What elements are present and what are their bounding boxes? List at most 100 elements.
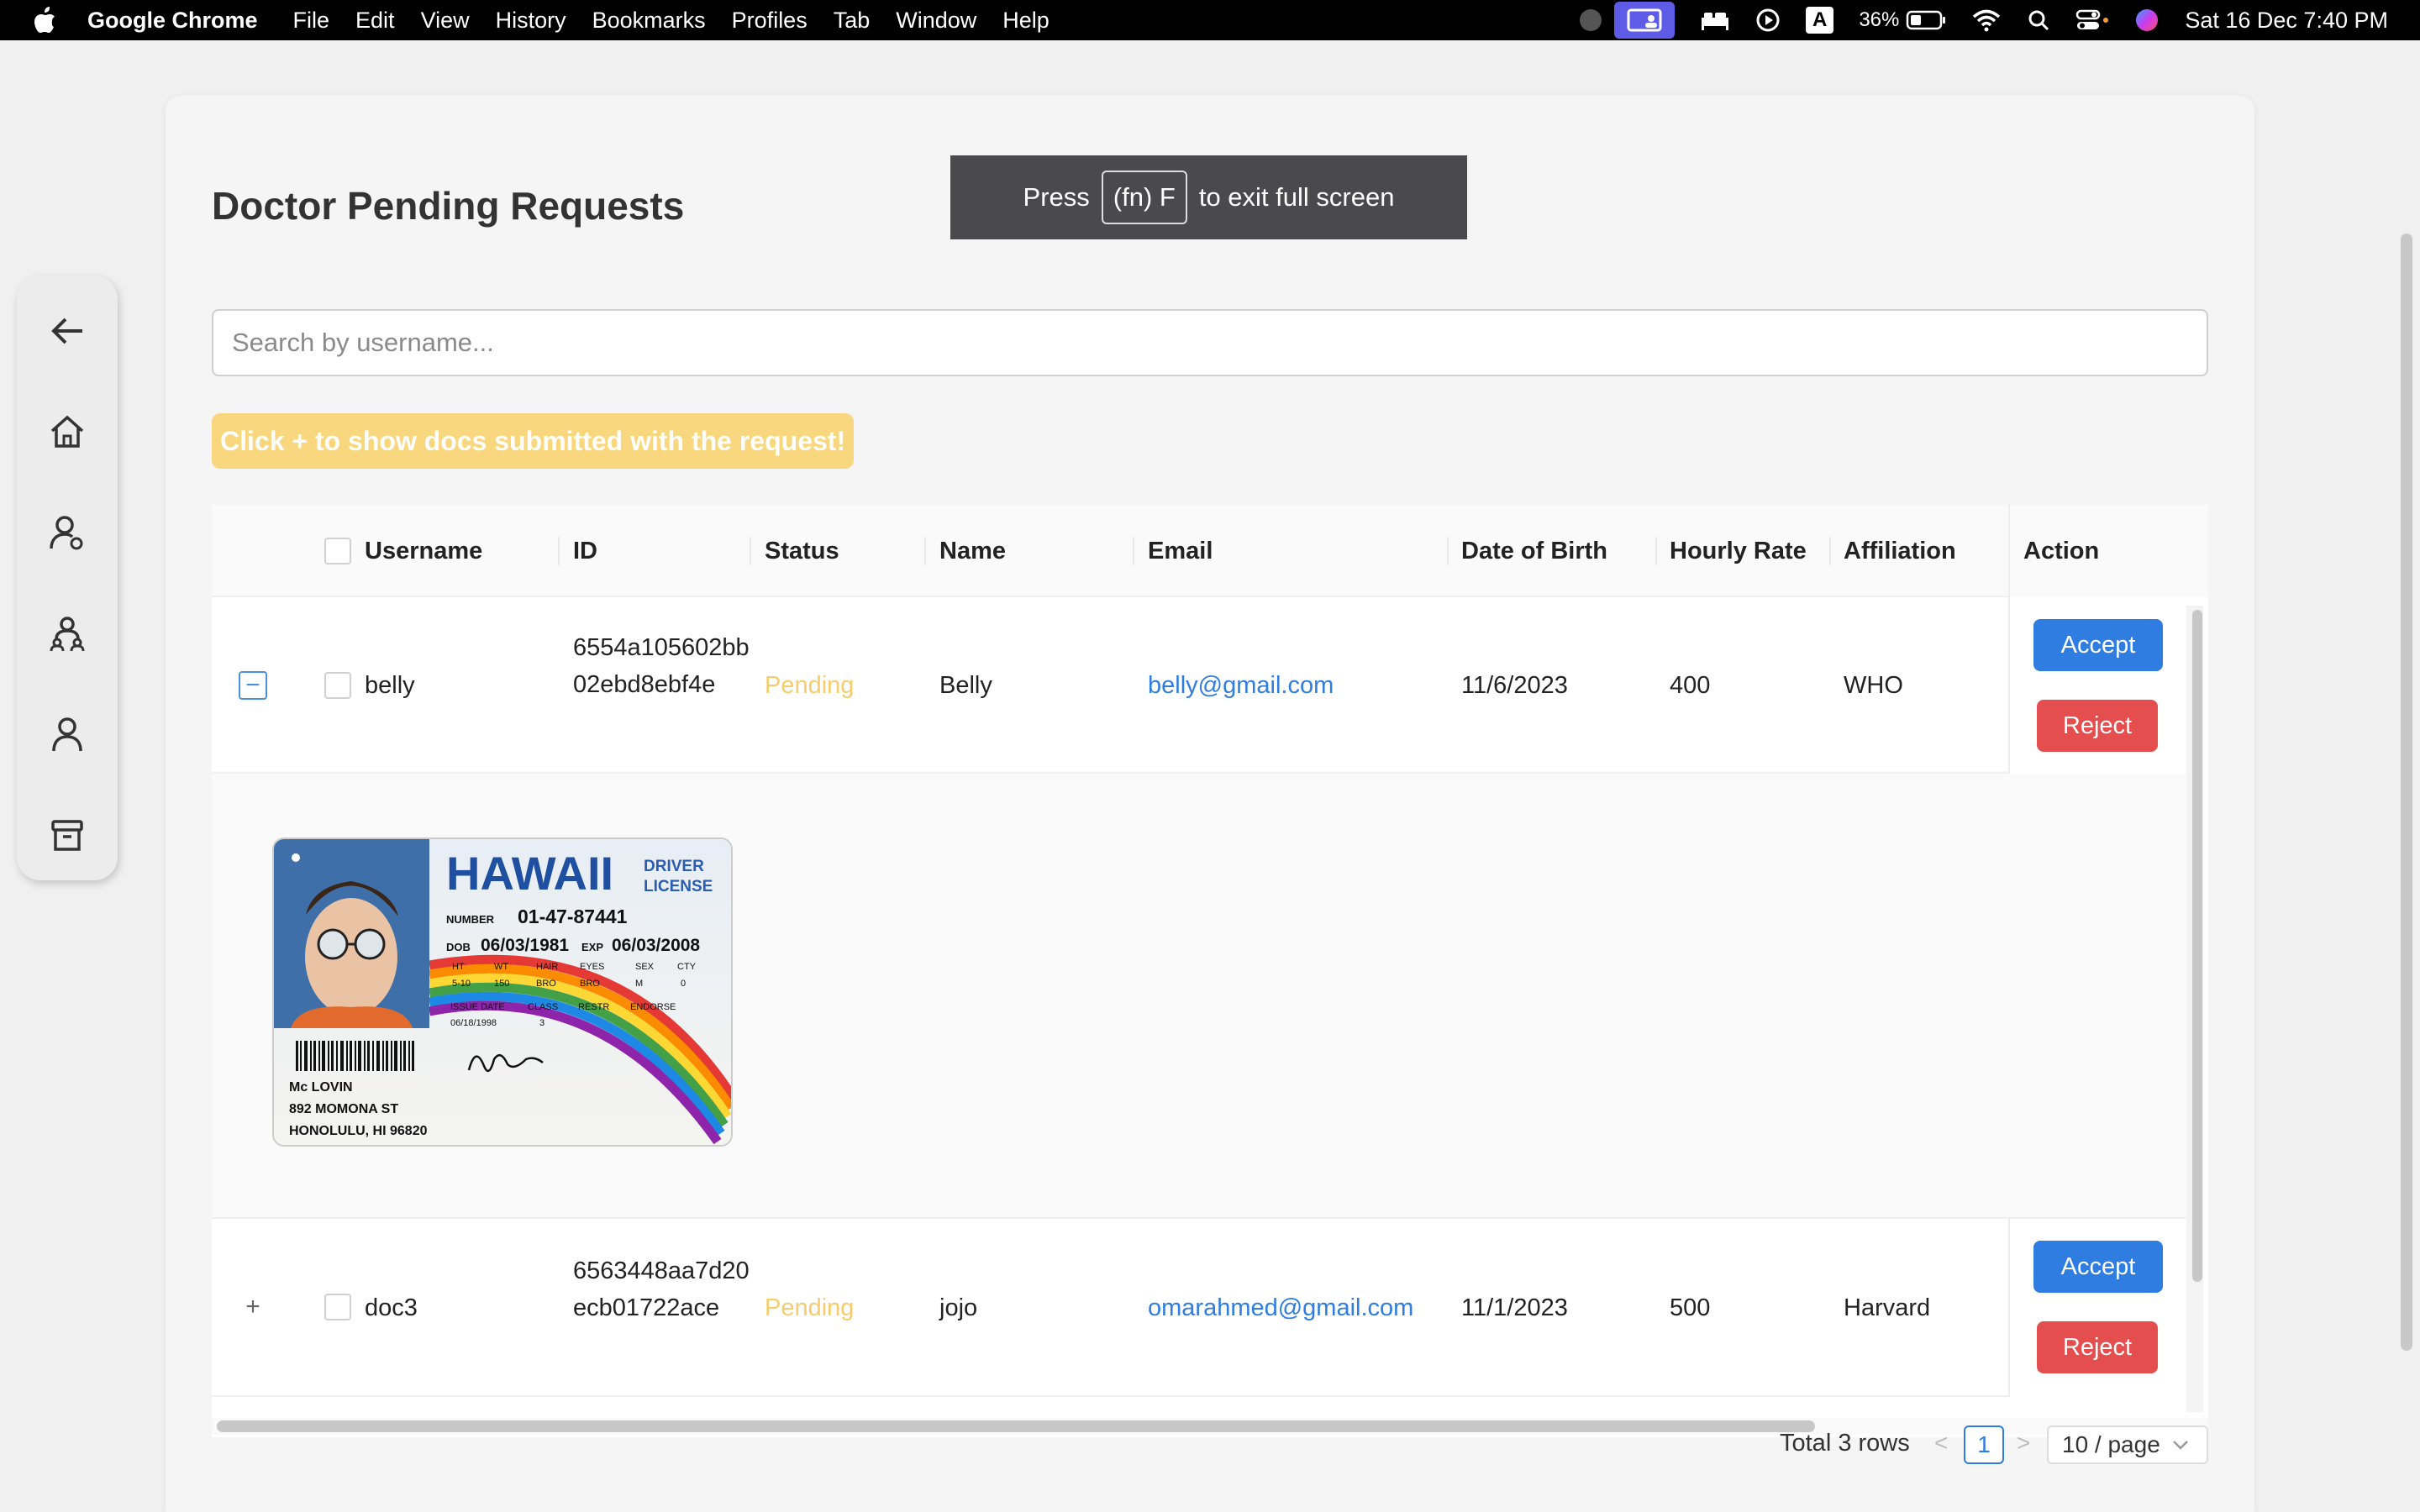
- table-header: Username ID Status Name Email Date of Bi…: [212, 505, 2208, 597]
- chevron-down-icon: [2172, 1441, 2188, 1450]
- cell-username: doc3: [365, 1294, 418, 1321]
- menu-profiles[interactable]: Profiles: [732, 8, 808, 34]
- email-link[interactable]: belly@gmail.com: [1148, 597, 1334, 774]
- page-size-select[interactable]: 10 / page: [2047, 1425, 2208, 1464]
- reject-button[interactable]: Reject: [2037, 1321, 2158, 1373]
- select-all-checkbox[interactable]: [324, 538, 351, 564]
- email-link[interactable]: omarahmed@gmail.com: [1148, 1219, 1413, 1397]
- toast-suffix: to exit full screen: [1198, 182, 1395, 212]
- accept-button[interactable]: Accept: [2033, 1241, 2163, 1293]
- page-scrollbar[interactable]: [2401, 234, 2412, 1351]
- next-page-button[interactable]: >: [2017, 1430, 2030, 1457]
- user-icon[interactable]: [40, 707, 94, 761]
- page-1-button[interactable]: 1: [1964, 1425, 2004, 1464]
- cell-affiliation: WHO: [1844, 671, 1903, 699]
- home-icon[interactable]: [40, 405, 94, 459]
- search-input[interactable]: [212, 309, 2208, 376]
- expand-row-button[interactable]: +: [239, 1293, 267, 1321]
- cell-username: belly: [365, 671, 415, 699]
- menu-view[interactable]: View: [421, 8, 470, 34]
- license-field-value: BRO: [580, 979, 600, 989]
- wifi-icon[interactable]: [1971, 0, 2002, 40]
- license-issue-label: ISSUE DATE: [450, 1002, 505, 1012]
- browser-viewport: Doctor Pending Requests Press (fn) F to …: [0, 40, 2420, 1512]
- cell-affiliation: Harvard: [1844, 1294, 1931, 1321]
- cell-hourly-rate: 500: [1670, 1294, 1711, 1321]
- license-number-label: NUMBER: [446, 913, 495, 926]
- col-date-of-birth[interactable]: Date of Birth: [1461, 505, 1607, 597]
- barcode: [296, 1041, 414, 1071]
- col-affiliation[interactable]: Affiliation: [1844, 505, 1956, 597]
- menu-window[interactable]: Window: [896, 8, 976, 34]
- cell-name: jojo: [939, 1294, 978, 1321]
- license-type-line1: DRIVER: [644, 858, 704, 875]
- menu-edit[interactable]: Edit: [355, 8, 395, 34]
- license-exp-label: EXP: [581, 941, 603, 953]
- license-field-value: 0: [681, 979, 686, 989]
- menu-bar: Google Chrome File Edit View History Boo…: [0, 0, 2420, 40]
- menu-bookmarks[interactable]: Bookmarks: [592, 8, 706, 34]
- license-number: 01-47-87441: [518, 906, 628, 927]
- col-status[interactable]: Status: [765, 505, 839, 597]
- col-action: Action: [2023, 537, 2100, 564]
- hint-banner: Click + to show docs submitted with the …: [212, 413, 855, 469]
- row-checkbox[interactable]: [324, 1294, 351, 1320]
- cell-date-of-birth: 11/1/2023: [1461, 1294, 1568, 1321]
- team-icon[interactable]: [40, 606, 94, 660]
- menu-help[interactable]: Help: [1002, 8, 1050, 34]
- record-icon[interactable]: [1579, 0, 1602, 40]
- license-state: HAWAII: [446, 847, 613, 900]
- battery-icon[interactable]: [1906, 0, 1946, 40]
- requests-table: Username ID Status Name Email Date of Bi…: [212, 505, 2208, 1437]
- reject-button[interactable]: Reject: [2037, 700, 2158, 752]
- col-hourly-rate[interactable]: Hourly Rate: [1670, 505, 1807, 597]
- license-issue-value: 3: [539, 1018, 544, 1028]
- back-arrow-icon[interactable]: [40, 304, 94, 358]
- license-exp: 06/03/2008: [612, 936, 700, 955]
- table-vertical-scroll-thumb[interactable]: [2192, 610, 2202, 1282]
- siri-icon[interactable]: [2134, 0, 2160, 40]
- screen-share-icon[interactable]: [1613, 2, 1675, 39]
- col-email[interactable]: Email: [1148, 505, 1213, 597]
- toast-key: (fn) F: [1101, 171, 1187, 224]
- input-source-icon[interactable]: A: [1805, 0, 1834, 40]
- doctor-user-icon[interactable]: [40, 506, 94, 559]
- license-field-value: M: [635, 979, 643, 989]
- col-id[interactable]: ID: [573, 505, 597, 597]
- menu-tab[interactable]: Tab: [834, 8, 871, 34]
- play-icon[interactable]: [1755, 0, 1781, 40]
- bed-icon[interactable]: [1700, 0, 1730, 40]
- license-field-label: EYES: [580, 962, 604, 972]
- license-field-label: CTY: [677, 962, 697, 972]
- menubar-clock[interactable]: Sat 16 Dec 7:40 PM: [2185, 0, 2388, 40]
- collapse-row-button[interactable]: −: [239, 671, 267, 700]
- license-issue-label: CLASS: [528, 1002, 558, 1012]
- license-dob: 06/03/1981: [481, 936, 569, 955]
- license-field-value: 150: [494, 979, 509, 989]
- cell-date-of-birth: 11/6/2023: [1461, 671, 1568, 699]
- menu-file[interactable]: File: [293, 8, 330, 34]
- col-username[interactable]: Username: [365, 505, 482, 597]
- action-cell: Accept Reject: [2008, 1219, 2208, 1397]
- menu-app-name[interactable]: Google Chrome: [87, 8, 258, 34]
- menu-history[interactable]: History: [496, 8, 566, 34]
- battery-percent: 36%: [1859, 8, 1900, 31]
- control-center-icon[interactable]: [2075, 0, 2109, 40]
- license-issue-value: 06/18/1998: [450, 1018, 497, 1028]
- license-address-line1: 892 MOMONA ST: [289, 1102, 398, 1116]
- document-image[interactable]: HAWAII DRIVER LICENSE NUMBER 01-47-87441…: [272, 837, 733, 1147]
- accept-button[interactable]: Accept: [2033, 619, 2163, 671]
- col-name[interactable]: Name: [939, 505, 1006, 597]
- fullscreen-toast: Press (fn) F to exit full screen: [950, 155, 1467, 239]
- row-checkbox[interactable]: [324, 672, 351, 699]
- license-type-line2: LICENSE: [644, 878, 713, 895]
- expanded-documents-row: HAWAII DRIVER LICENSE NUMBER 01-47-87441…: [212, 774, 2186, 1219]
- spotlight-search-icon[interactable]: [2027, 0, 2050, 40]
- license-holder-name: Mc LOVIN: [289, 1080, 353, 1095]
- apple-icon[interactable]: [32, 6, 57, 34]
- license-field-label: WT: [494, 962, 508, 972]
- archive-icon[interactable]: [40, 808, 94, 862]
- table-horizontal-scroll-thumb[interactable]: [217, 1420, 1815, 1432]
- page-title: Doctor Pending Requests: [212, 184, 685, 228]
- prev-page-button[interactable]: <: [1934, 1430, 1948, 1457]
